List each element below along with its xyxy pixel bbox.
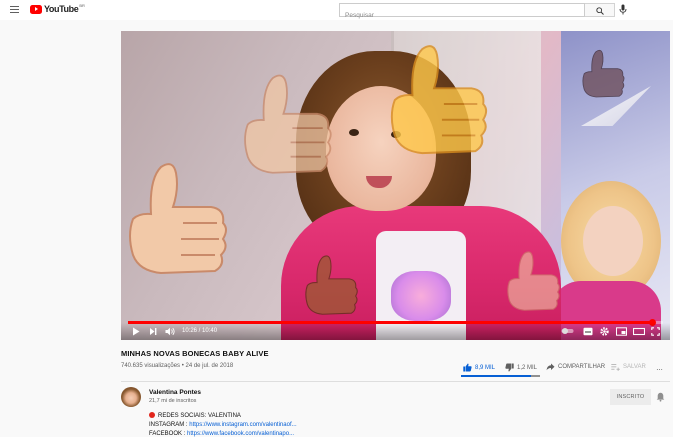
youtube-play-icon — [30, 4, 42, 14]
time-display: 10:26 / 10:40 — [182, 328, 218, 334]
subscribe-button[interactable]: INSCRITO — [610, 389, 651, 405]
masthead: YouTube BR — [0, 0, 673, 22]
like-count: 8,9 MIL — [475, 364, 496, 371]
thumbs-up-emoji — [582, 49, 625, 98]
red-circle-icon — [149, 412, 155, 418]
theater-mode-icon[interactable] — [633, 327, 645, 336]
thumbs-up-emoji — [244, 74, 332, 174]
more-actions-button[interactable]: ··· — [656, 365, 663, 374]
thumbs-up-emoji — [305, 255, 358, 315]
notification-bell-icon[interactable] — [656, 392, 665, 402]
description-line-3: FACEBOOK : https://www.facebook.com/vale… — [149, 431, 295, 437]
next-icon[interactable] — [149, 327, 157, 336]
search-icon — [596, 7, 604, 15]
duration: 10:40 — [202, 328, 218, 334]
instagram-link[interactable]: https://www.instagram.com/valentinaof... — [189, 422, 296, 428]
youtube-logo[interactable]: YouTube BR — [30, 2, 85, 14]
save-label: SALVAR — [623, 364, 646, 370]
thumbs-up-emoji — [129, 163, 227, 275]
save-button[interactable]: SALVAR — [611, 363, 646, 371]
autoplay-toggle-icon[interactable] — [561, 327, 574, 335]
share-label: COMPARTILHAR — [558, 364, 606, 370]
like-dislike-ratio-bar — [461, 375, 540, 377]
thumbs-down-icon — [505, 363, 514, 372]
settings-gear-icon[interactable] — [600, 327, 609, 336]
share-button[interactable]: COMPARTILHAR — [546, 363, 605, 371]
logo-region: BR — [79, 2, 85, 8]
video-title: MINHAS NOVAS BONECAS BABY ALIVE — [121, 349, 269, 358]
microphone-icon[interactable] — [619, 4, 627, 15]
volume-icon[interactable] — [165, 327, 176, 336]
view-count: 740.635 visualizações — [121, 363, 181, 369]
like-button[interactable]: 8,9 MIL — [463, 363, 495, 372]
search-input[interactable] — [340, 9, 584, 22]
like-ratio-fill — [461, 375, 531, 377]
channel-avatar[interactable] — [121, 387, 141, 407]
play-icon[interactable] — [132, 327, 140, 336]
search-button[interactable] — [585, 3, 615, 17]
video-meta: 740.635 visualizações • 24 de jul. de 20… — [121, 363, 233, 369]
menu-icon[interactable] — [10, 6, 19, 14]
video-player[interactable]: 10:26 / 10:40 — [121, 31, 670, 340]
subscriber-count: 21,7 mi de inscritos — [149, 398, 197, 404]
thumbs-up-emoji — [507, 251, 560, 311]
upload-date: 24 de jul. de 2018 — [185, 363, 234, 369]
description-line-1: REDES SOCIAIS: VALENTINA — [149, 412, 241, 419]
search-box — [339, 3, 585, 22]
channel-name[interactable]: Valentina Pontes — [149, 389, 201, 396]
thumbs-up-emoji — [390, 45, 488, 155]
current-time: 10:26 — [182, 328, 198, 334]
dislike-count: 1,2 MIL — [517, 364, 538, 371]
divider — [121, 381, 670, 382]
dislike-button[interactable]: 1,2 MIL — [505, 363, 537, 372]
miniplayer-icon[interactable] — [616, 327, 627, 336]
thumbs-up-icon — [463, 363, 472, 372]
fullscreen-icon[interactable] — [651, 327, 660, 336]
add-to-playlist-icon — [611, 364, 620, 371]
share-icon — [546, 363, 555, 371]
subtitles-icon[interactable] — [583, 327, 593, 336]
player-controls: 10:26 / 10:40 — [121, 323, 670, 340]
facebook-link[interactable]: https://www.facebook.com/valentinapo... — [187, 431, 294, 437]
description-line-2: INSTAGRAM : https://www.instagram.com/va… — [149, 422, 297, 428]
logo-text: YouTube — [44, 4, 79, 14]
